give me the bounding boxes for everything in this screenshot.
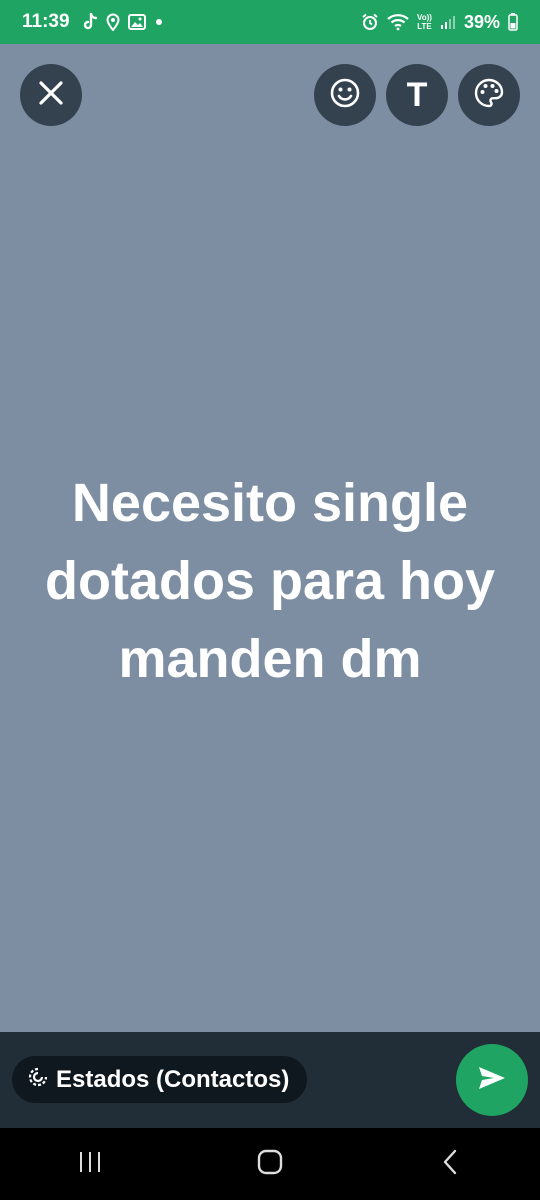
status-bar: 11:39 Vo)) LTE 39%: [0, 0, 540, 44]
text-icon: T: [406, 75, 428, 114]
send-icon: [477, 1065, 507, 1096]
audience-label: Estados (Contactos): [56, 1065, 290, 1093]
back-button[interactable]: [410, 1134, 490, 1194]
location-icon: [106, 13, 120, 31]
audience-selector[interactable]: Estados (Contactos): [12, 1056, 308, 1103]
clock: 11:39: [22, 11, 70, 32]
back-icon: [441, 1149, 459, 1180]
emoji-icon: [329, 77, 361, 114]
status-bar-right: Vo)) LTE 39%: [361, 12, 518, 33]
battery-icon: [508, 13, 518, 31]
volte-bottom-label: LTE: [417, 22, 432, 31]
volte-icon: Vo)) LTE: [417, 13, 432, 31]
gallery-icon: [127, 14, 146, 30]
dot-icon: [154, 17, 164, 27]
palette-icon: [473, 77, 505, 114]
status-canvas[interactable]: T Necesito single dotados para hoy mande…: [0, 44, 540, 1032]
status-text[interactable]: Necesito single dotados para hoy manden …: [10, 464, 530, 698]
home-icon: [257, 1149, 283, 1180]
send-button[interactable]: [456, 1044, 528, 1116]
recents-icon: [77, 1150, 103, 1179]
recents-button[interactable]: [50, 1134, 130, 1194]
privacy-icon: [28, 1066, 48, 1094]
close-button[interactable]: [20, 64, 82, 126]
navigation-bar: [0, 1128, 540, 1200]
battery-percent: 39%: [463, 11, 500, 32]
wifi-icon: [387, 13, 409, 31]
signal-icon: [440, 14, 456, 30]
text-style-button[interactable]: T: [386, 64, 448, 126]
alarm-icon: [361, 13, 379, 31]
home-button[interactable]: [230, 1134, 310, 1194]
close-icon: [38, 80, 64, 111]
volte-top-label: Vo)): [417, 13, 432, 22]
composer-bar: Estados (Contactos): [0, 1032, 540, 1128]
status-bar-left: 11:39: [22, 11, 164, 33]
emoji-button[interactable]: [314, 64, 376, 126]
tiktok-icon: [82, 13, 98, 31]
color-palette-button[interactable]: [458, 64, 520, 126]
